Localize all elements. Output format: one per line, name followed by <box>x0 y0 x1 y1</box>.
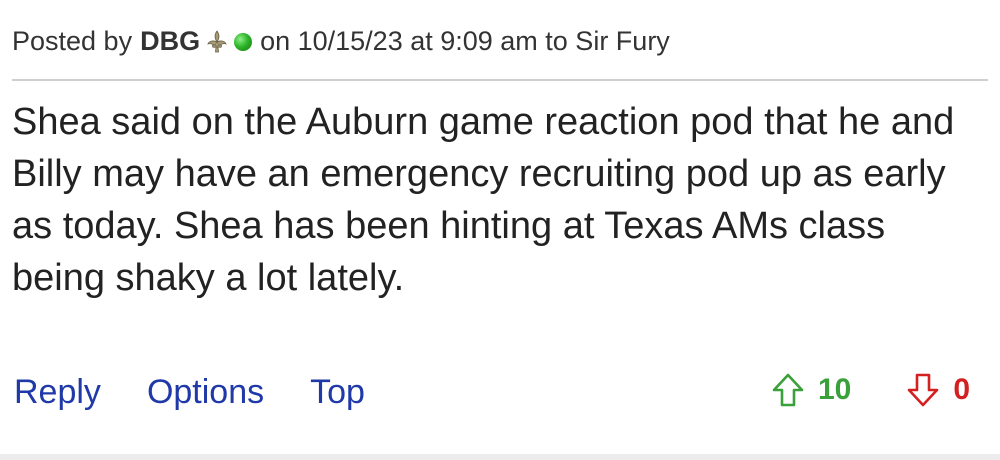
downvote-count: 0 <box>953 373 971 406</box>
header-divider <box>12 79 988 81</box>
arrow-up-icon <box>772 373 804 407</box>
post-header: Posted by DBG on 10/15/23 at 9:09 am to … <box>12 26 670 57</box>
vote-controls: 10 0 <box>770 372 970 408</box>
fleur-de-lis-icon <box>206 29 228 54</box>
post-actions: Reply Options Top <box>14 373 365 412</box>
post-separator <box>0 454 1000 460</box>
forum-post: Posted by DBG on 10/15/23 at 9:09 am to … <box>0 0 1000 460</box>
upvote-button[interactable]: 10 <box>770 372 851 408</box>
downvote-button[interactable]: 0 <box>905 372 970 408</box>
post-meta: on 10/15/23 at 9:09 am to Sir Fury <box>260 26 670 56</box>
options-link[interactable]: Options <box>147 373 264 412</box>
top-link[interactable]: Top <box>310 373 365 412</box>
posted-by-label: Posted by <box>12 26 133 56</box>
post-body: Shea said on the Auburn game reaction po… <box>12 101 955 299</box>
arrow-down-icon <box>908 373 939 407</box>
reply-link[interactable]: Reply <box>14 373 101 412</box>
online-status-icon <box>234 32 253 51</box>
author-name[interactable]: DBG <box>140 26 200 57</box>
upvote-count: 10 <box>818 373 852 406</box>
